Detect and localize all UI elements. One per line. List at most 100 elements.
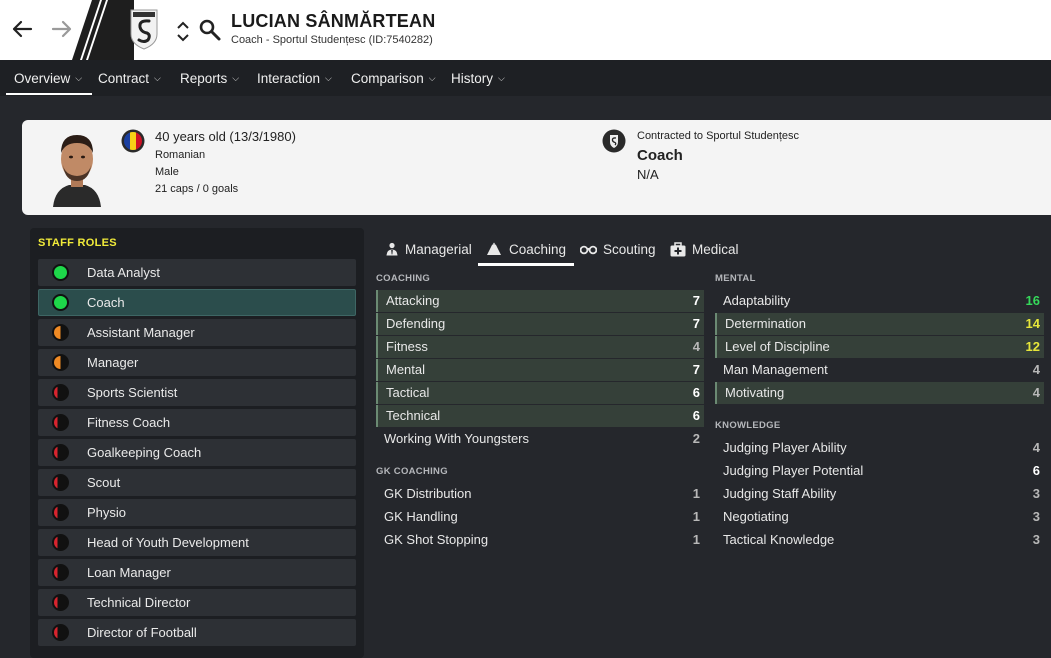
attr-value: 6 (692, 385, 700, 400)
role-row-head-of-youth-development[interactable]: Head of Youth Development (38, 529, 356, 556)
attr-label: Tactical (386, 385, 430, 400)
attr-determination[interactable]: Determination 14 (715, 313, 1044, 335)
menu-comparison[interactable]: Comparison ⌵ (351, 60, 436, 96)
attr-attacking[interactable]: Attacking 7 (376, 290, 704, 312)
attr-adaptability[interactable]: Adaptability 16 (715, 290, 1044, 312)
menu-history[interactable]: History ⌵ (451, 60, 505, 96)
tab-managerial[interactable]: Managerial (385, 234, 472, 264)
knowledge-section-title: KNOWLEDGE (715, 420, 781, 431)
role-label: Scout (87, 475, 121, 490)
attr-label: GK Handling (384, 509, 458, 524)
role-row-director-of-football[interactable]: Director of Football (38, 619, 356, 646)
contract-club-text[interactable]: Contracted to Sportul Studențesc (637, 130, 799, 142)
prev-next-person[interactable] (174, 18, 192, 44)
attr-value: 4 (1032, 385, 1040, 400)
tab-coaching[interactable]: Coaching (477, 234, 575, 266)
role-label: Assistant Manager (87, 325, 195, 340)
role-suitability-icon (52, 444, 69, 461)
managerial-icon (386, 242, 398, 256)
attr-motivating[interactable]: Motivating 4 (715, 382, 1044, 404)
tab-scouting[interactable]: Scouting (580, 234, 656, 264)
attr-value: 4 (1032, 440, 1040, 455)
attr-judging-player-ability[interactable]: Judging Player Ability 4 (715, 437, 1044, 459)
role-suitability-icon (52, 264, 69, 281)
attr-value: 4 (1032, 362, 1040, 377)
tab-scouting-label: Scouting (603, 241, 656, 257)
avatar[interactable] (51, 127, 103, 207)
role-suitability-icon (52, 354, 69, 371)
menu-interaction[interactable]: Interaction ⌵ (257, 60, 332, 96)
attr-gk-shot-stopping[interactable]: GK Shot Stopping 1 (376, 529, 704, 551)
attr-level-of-discipline[interactable]: Level of Discipline 12 (715, 336, 1044, 358)
attr-judging-staff-ability[interactable]: Judging Staff Ability 3 (715, 483, 1044, 505)
attr-value: 12 (1025, 339, 1040, 354)
chevron-down-icon: ⌵ (232, 72, 240, 83)
role-row-data-analyst[interactable]: Data Analyst (38, 259, 356, 286)
attr-judging-player-potential[interactable]: Judging Player Potential 6 (715, 460, 1044, 482)
role-label: Data Analyst (87, 265, 160, 280)
attr-technical[interactable]: Technical 6 (376, 405, 704, 427)
menu-overview[interactable]: Overview ⌵ (5, 60, 93, 96)
role-label: Manager (87, 355, 139, 370)
tab-coaching-label: Coaching (509, 241, 567, 257)
bio-card: 40 years old (13/3/1980) Romanian Male 2… (22, 120, 1051, 215)
attr-tactical-knowledge[interactable]: Tactical Knowledge 3 (715, 529, 1044, 551)
attr-value: 1 (692, 532, 700, 547)
menu-reports[interactable]: Reports ⌵ (180, 60, 239, 96)
tab-managerial-label: Managerial (405, 241, 472, 257)
menu-history-label: History (451, 70, 494, 86)
role-row-goalkeeping-coach[interactable]: Goalkeeping Coach (38, 439, 356, 466)
role-row-assistant-manager[interactable]: Assistant Manager (38, 319, 356, 346)
attr-gk-distribution[interactable]: GK Distribution 1 (376, 483, 704, 505)
attr-value: 3 (1032, 486, 1040, 501)
chevron-down-icon[interactable] (177, 33, 189, 42)
staff-roles-title: STAFF ROLES (38, 237, 117, 249)
attr-value: 7 (692, 362, 700, 377)
search-icon[interactable] (198, 18, 222, 42)
menu-contract[interactable]: Contract ⌵ (98, 60, 161, 96)
role-suitability-icon (52, 534, 69, 551)
role-row-physio[interactable]: Physio (38, 499, 356, 526)
back-button[interactable] (7, 14, 37, 44)
club-badge-icon[interactable] (602, 129, 626, 153)
attr-value: 6 (1032, 463, 1040, 478)
attr-label: Fitness (386, 339, 428, 354)
attr-mental[interactable]: Mental 7 (376, 359, 704, 381)
chevron-up-icon[interactable] (177, 21, 189, 30)
menu-overview-label: Overview (14, 70, 71, 86)
role-row-technical-director[interactable]: Technical Director (38, 589, 356, 616)
attr-value: 16 (1025, 293, 1040, 308)
attr-working-with-youngsters[interactable]: Working With Youngsters 2 (376, 428, 704, 450)
role-row-manager[interactable]: Manager (38, 349, 356, 376)
role-row-coach[interactable]: Coach (38, 289, 356, 316)
tab-medical[interactable]: Medical (670, 234, 739, 264)
attr-label: Judging Staff Ability (723, 486, 837, 501)
role-row-scout[interactable]: Scout (38, 469, 356, 496)
menu-bar: Overview ⌵ Contract ⌵ Reports ⌵ Interaction… (0, 60, 1051, 96)
menu-comparison-label: Comparison (351, 70, 424, 86)
attr-defending[interactable]: Defending 7 (376, 313, 704, 335)
club-crest-icon[interactable] (129, 8, 159, 50)
role-suitability-icon (52, 294, 69, 311)
page-header: LUCIAN SÂNMĂRTEAN Coach - Sportul Studen… (0, 0, 1051, 60)
attr-man-management[interactable]: Man Management 4 (715, 359, 1044, 381)
role-label: Loan Manager (87, 565, 171, 580)
attr-label: Judging Player Ability (723, 440, 847, 455)
role-suitability-icon (52, 594, 69, 611)
contract-value-text: N/A (637, 167, 659, 182)
attr-gk-handling[interactable]: GK Handling 1 (376, 506, 704, 528)
romania-flag-icon[interactable] (121, 129, 145, 153)
nationality-text: Romanian (155, 149, 206, 161)
attr-tactical[interactable]: Tactical 6 (376, 382, 704, 404)
role-row-sports-scientist[interactable]: Sports Scientist (38, 379, 356, 406)
attr-value: 6 (692, 408, 700, 423)
role-label: Sports Scientist (87, 385, 178, 400)
role-row-loan-manager[interactable]: Loan Manager (38, 559, 356, 586)
attr-value: 2 (692, 431, 700, 446)
caps-text: 21 caps / 0 goals (155, 183, 239, 195)
role-suitability-icon (52, 504, 69, 521)
attr-fitness[interactable]: Fitness 4 (376, 336, 704, 358)
attr-label: Man Management (723, 362, 828, 377)
role-row-fitness-coach[interactable]: Fitness Coach (38, 409, 356, 436)
attr-negotiating[interactable]: Negotiating 3 (715, 506, 1044, 528)
